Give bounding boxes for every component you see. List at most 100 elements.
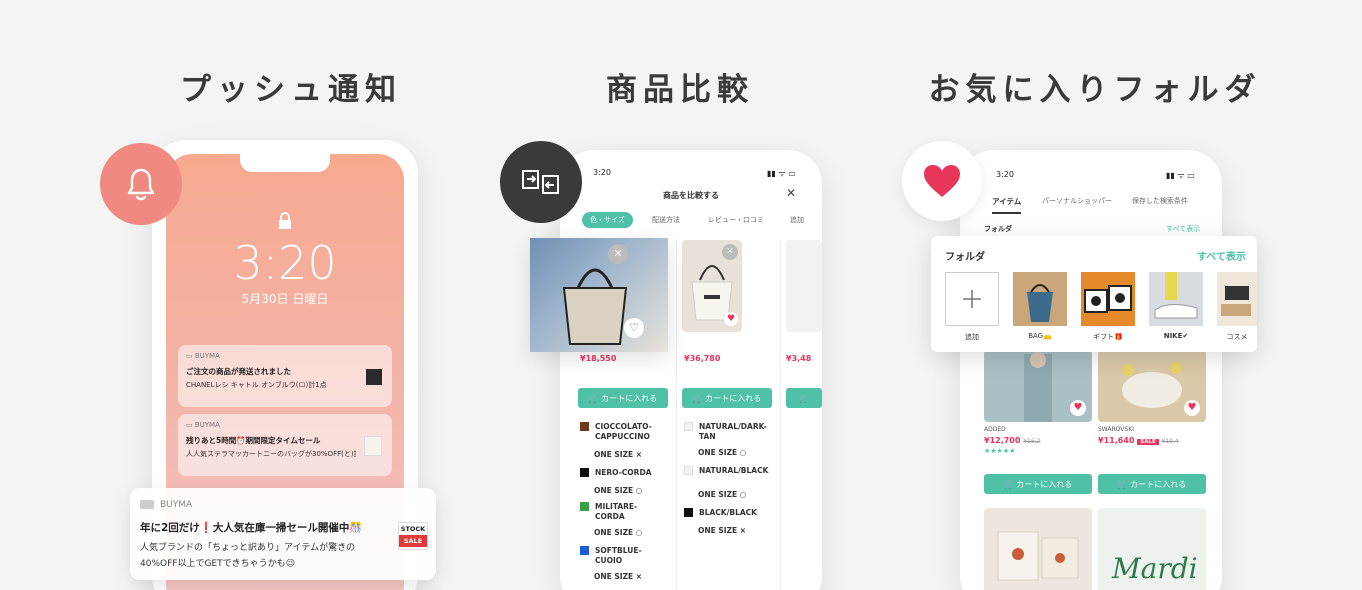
push-banner-notification[interactable]: BUYMA 年に2回だけ❗大人気在庫一掃セール開催中🎊 人気ブランドの「ちょっと… [130,488,436,580]
product-image[interactable]: ✕ ♥ [682,240,742,332]
see-all-link-bg[interactable]: すべて表示 [1166,224,1200,234]
color-swatch [580,422,589,431]
folder-bag[interactable] [1013,272,1067,326]
size-availability: ONE SIZE ○ [698,490,747,499]
favorite-heart-icon[interactable]: ♥ [724,312,738,326]
close-icon[interactable]: ✕ [786,186,796,200]
color-option: NERO-CORDA [580,468,670,478]
status-icons: ▮▮ ᯤ ▭ [767,169,796,178]
product-price: ¥11,640 SALE ¥19,4 [1098,436,1179,445]
banner-body-line2: 40%OFF以上でGETできちゃうかも😉 [140,559,295,569]
shirt-print-text: Mardi [1112,552,1198,585]
color-option: SOFTBLUE-CUOIO [580,546,670,566]
tab-saved-searches[interactable]: 保存した検索条件 [1132,196,1222,206]
color-swatch [580,468,589,477]
color-option: BLACK/BLACK [684,508,776,518]
favorite-heart-icon[interactable]: ♥ [1184,400,1200,416]
color-swatch [580,546,589,555]
add-to-cart-button[interactable]: 🛒 カートに入れる [578,388,668,408]
tab-color-size[interactable]: 色・サイズ [582,212,633,228]
folder-nike[interactable] [1149,272,1203,326]
add-to-cart-button[interactable]: 🛒 カートに入れる [984,474,1092,494]
folder-label: 追加 [965,333,979,341]
status-time: 3:20 [996,170,1014,179]
product-image[interactable]: ♥ [1098,350,1206,422]
heart-icon [902,141,982,221]
product-image-partial[interactable] [786,240,822,332]
add-to-cart-button[interactable]: 🛒 カートに入れる [1098,474,1206,494]
remove-icon[interactable]: ✕ [608,244,628,264]
size-availability: ONE SIZE × [698,526,747,535]
favorite-heart-outline-icon[interactable]: ♡ [624,318,644,338]
tab-shipping[interactable]: 配送方法 [644,212,688,228]
product-price: ¥36,780 [684,354,721,363]
size-availability: ONE SIZE × [594,450,643,459]
add-to-cart-button[interactable]: 🛒 カートに入れる [682,388,772,408]
product-brand: ADDED [984,426,1006,433]
folder-popup: フォルダ すべて表示 追加 BAG👝 ギフト🎁 NIKE✔ コスメ [931,236,1257,352]
product-image[interactable] [984,508,1092,590]
color-option: NATURAL/BLACK [684,466,776,476]
color-swatch [684,508,693,517]
add-folder-button[interactable] [945,272,999,326]
compare-section-title: 商品比較 [606,72,754,108]
product-image[interactable]: ♥ [984,350,1092,422]
status-time: 3:20 [593,168,611,177]
rating-stars: ★★★★★ [984,447,1016,455]
favorites-section-title: お気に入りフォルダ [928,72,1262,108]
lock-icon [276,212,294,229]
color-swatch [684,466,693,475]
tab-reviews[interactable]: レビュー・口コミ [700,212,772,228]
floating-product-card[interactable]: ✕ ♡ [530,238,668,352]
color-swatch [684,422,693,431]
compare-phone: 3:20 ▮▮ ᯤ ▭ 商品を比較する ✕ 色・サイズ 配送方法 レビュー・口コ… [560,150,822,590]
favorite-heart-icon[interactable]: ♥ [1070,400,1086,416]
folder-title: フォルダ [945,252,985,263]
size-availability: ONE SIZE ○ [594,486,643,495]
folder-label: NIKE✔ [1163,332,1189,340]
phone-notch [240,154,330,172]
notification-thumbnail [364,436,382,456]
tab-personal-shopper[interactable]: パーソナルショッパー [1042,196,1112,206]
column-divider [780,240,781,590]
product-price: ¥12,700 ¥16,2 [984,436,1041,445]
product-brand: SWAROVSKI [1098,426,1134,433]
product-price: ¥3,48 [786,354,812,363]
status-icons: ▮▮ ᯤ ▭ [1166,171,1195,180]
bell-icon [100,143,182,225]
notification-card[interactable]: ▭ BUYMA ご注文の商品が発送されました CHANELレシ キャトル オンブ… [178,345,392,407]
lockscreen-date: 5月30日 日曜日 [241,292,329,306]
buyma-app-icon [140,500,154,509]
tab-more[interactable]: 追加 [782,212,812,228]
folder-label-bg: フォルダ [984,225,1012,233]
column-divider [676,240,677,590]
banner-body-line1: 人気ブランドの「ちょっと訳あり」アイテムが驚きの [140,543,356,553]
notification-card[interactable]: ▭ BUYMA 残りあと5時間⏰期間限定タイムセール 人人気ステラマッカートニー… [178,414,392,476]
compare-swap-icon [500,141,582,223]
folder-gift[interactable] [1081,272,1135,326]
folder-cosme[interactable] [1217,272,1257,326]
size-availability: ONE SIZE ○ [594,528,643,537]
product-price: ¥18,550 [580,354,617,363]
product-image[interactable]: Mardi [1098,508,1206,590]
favorites-phone: 3:20 ▮▮ ᯤ ▭ アイテム パーソナルショッパー 保存した検索条件 フォル… [960,150,1222,590]
push-section-title: プッシュ通知 [180,72,402,108]
stock-sale-tag: STOCK SALE [398,522,428,550]
lockscreen-time: 3:20 [233,236,337,290]
folder-label: ギフト🎁 [1093,333,1123,341]
tab-items[interactable]: アイテム [992,196,1022,214]
color-swatch [580,502,589,511]
remove-icon[interactable]: ✕ [722,244,738,260]
see-all-link[interactable]: すべて表示 [1197,248,1246,263]
notification-thumbnail [366,369,382,385]
color-option: CIOCCOLATO-CAPPUCCINO [580,422,670,442]
add-to-cart-button[interactable]: 🛒 [786,388,822,408]
compare-header: 商品を比較する [663,191,719,200]
folder-label: コスメ [1226,333,1248,341]
sale-badge: SALE [1137,439,1159,445]
folder-label: BAG👝 [1028,332,1052,340]
banner-title: 年に2回だけ❗大人気在庫一掃セール開催中🎊 [140,522,363,534]
color-option: NATURAL/DARK-TAN [684,422,776,442]
color-option: MILITARE-CORDA [580,502,670,522]
size-availability: ONE SIZE ○ [698,448,747,457]
